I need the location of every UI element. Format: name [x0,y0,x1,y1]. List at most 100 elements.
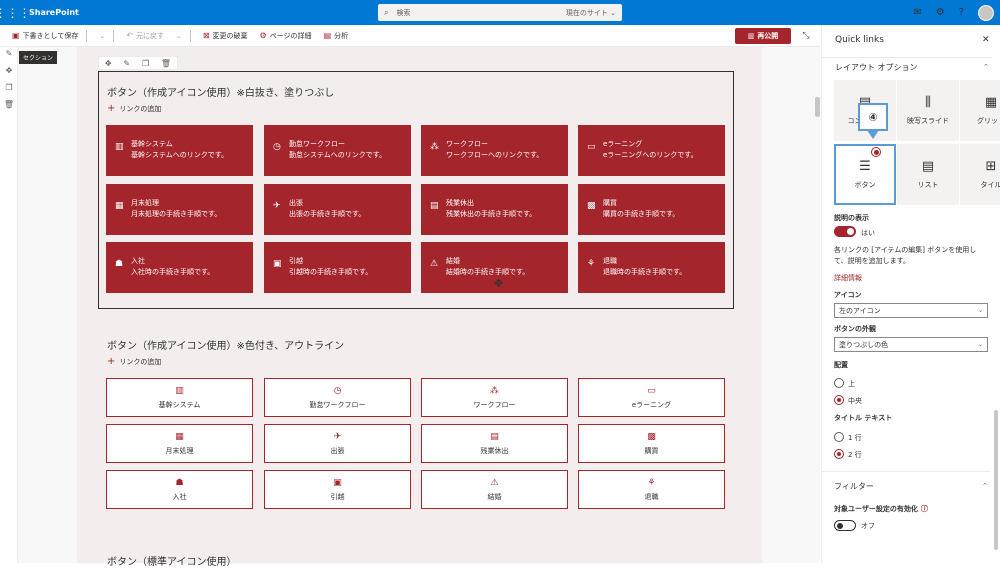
quick-link-button[interactable]: ▭eラーニングeラーニングへのリンクです。 [578,125,725,176]
title-2line-radio[interactable] [834,449,844,459]
quick-link-description: 残業休出の手続き手順です。 [446,209,536,220]
panel-scrollbar[interactable] [994,410,998,550]
quick-link-button[interactable]: ▣引越引越時の手続き手順です。 [264,242,411,293]
duplicate-icon[interactable]: ❐ [0,83,18,98]
quick-link-button[interactable]: ☗入社入社時の手続き手順です。 [106,242,253,293]
collapse-icon[interactable]: ⤡ [797,28,815,44]
divider [821,471,991,472]
quick-link-button[interactable]: ⁂ワークフローワークフローへのリンクです。 [421,125,568,176]
plane-icon: ✈ [273,201,283,211]
quick-link-title: 購買 [603,198,679,209]
duplicate-icon[interactable]: ❐ [142,59,149,68]
quick-link-outline-button[interactable]: ▤残業休出 [421,424,568,463]
alignment-center-label: 中央 [848,396,862,406]
move-icon[interactable]: ✥ [105,59,112,68]
move-icon[interactable]: ✥ [0,66,18,81]
button-look-label: ボタンの外観 [834,324,876,334]
quick-link-button[interactable]: ▩購買購買の手続き手順です。 [578,184,725,235]
icon-dropdown[interactable]: 左のアイコン ⌄ [834,303,988,318]
quick-link-description: 基幹システムへのリンクです。 [131,150,228,161]
layout-tile-tiles[interactable]: ⊞タイル [960,144,1000,205]
layout-tile-filmstrip[interactable]: ⫼映写スライド [897,80,959,141]
chevron-up-icon[interactable]: ⌃ [983,63,989,71]
add-link-button[interactable]: + リンクの追加 [107,103,161,114]
edit-icon[interactable]: ✎ [123,59,130,68]
quick-link-title: ワークフロー [474,400,516,410]
truck-icon: ▣ [273,259,283,269]
gear-icon[interactable]: ⚙ [936,7,945,18]
layout-tile-buttons[interactable]: ☰ボタン [834,144,896,205]
quick-link-description: 入社時の手続き手順です。 [131,267,214,278]
layout-tile-label: タイル [981,180,1000,190]
quick-link-outline-button[interactable]: ⚠結婚 [421,470,568,509]
undo-chevron-icon[interactable]: ⌄ [176,32,182,40]
truck-icon: ▣ [333,478,342,488]
quick-link-button[interactable]: ▤残業休出残業休出の手続き手順です。 [421,184,568,235]
undo-button[interactable]: ↶ 元に戻す [126,31,164,41]
filter-header[interactable]: フィルター [834,481,874,492]
quick-link-outline-button[interactable]: ✈出張 [264,424,411,463]
delete-icon[interactable]: 🗑 [0,100,18,115]
quick-link-outline-button[interactable]: ⁂ ワークフロー [421,378,568,417]
title-1line-radio[interactable] [834,432,844,442]
calendar-icon: ▦ [175,432,184,442]
brand-name[interactable]: SharePoint [29,8,79,17]
list-icon: ▤ [490,432,499,442]
quick-link-button[interactable]: ✈出張出張の手続き手順です。 [264,184,411,235]
show-description-toggle[interactable] [834,226,856,237]
quick-link-button[interactable]: ◷勤怠ワークフロー勤怠システムへのリンクです。 [264,125,411,176]
avatar[interactable] [978,5,994,21]
discard-label: 変更の破棄 [213,31,248,41]
canvas-scrollbar[interactable] [815,97,820,117]
flow-icon: ⁂ [490,386,499,396]
discard-button[interactable]: ⊠ 変更の破棄 [203,31,248,41]
quick-link-title: 入社 [131,256,214,267]
quick-link-outline-button[interactable]: ▥基幹システム [106,378,253,417]
republish-label: 再公開 [757,31,778,41]
quick-link-description: 出張の手続き手順です。 [289,209,365,220]
analytics-button[interactable]: ▤ 分析 [324,31,349,41]
alignment-top-radio[interactable] [834,378,844,388]
divider [86,30,87,42]
layout-options-header[interactable]: レイアウト オプション [835,62,918,73]
delete-icon[interactable]: 🗑 [161,59,171,68]
search-scope[interactable]: 現在のサイト ⌄ [566,8,616,18]
quick-link-description: eラーニングへのリンクです。 [603,150,698,161]
add-link-button[interactable]: + リンクの追加 [107,356,161,367]
quick-link-button[interactable]: ▥基幹システム基幹システムへのリンクです。 [106,125,253,176]
search-box[interactable]: ⌕ 検索 現在のサイト ⌄ [378,4,622,21]
app-launcher-icon[interactable]: ⋮⋮⋮ [0,0,25,25]
quick-link-outline-button[interactable]: ◷勤怠ワークフロー [264,378,411,417]
command-bar: ▣ 下書きとして保存 ⌄ ↶ 元に戻す ⌄ ⊠ 変更の破棄 ⚙ ページの詳細 ▤… [0,25,820,47]
quick-link-outline-button[interactable]: ☗入社 [106,470,253,509]
edit-section-icon[interactable]: ✎ [0,49,18,64]
quick-link-title: 結婚 [446,256,529,267]
button-look-dropdown[interactable]: 塗りつぶしの色 ⌄ [834,337,988,352]
quick-link-outline-button[interactable]: ▣引越 [264,470,411,509]
republish-button[interactable]: ▥ 再公開 [735,28,791,44]
grid-icon: ▦ [985,95,997,110]
building-icon: ▥ [115,142,125,152]
megaphone-icon[interactable]: ✉ [913,7,921,18]
quick-link-button[interactable]: ⚘退職退職時の手続き手順です。 [578,242,725,293]
building-icon: ▥ [175,386,184,396]
title-text-label: タイトル テキスト [834,413,892,423]
alignment-center-radio[interactable] [834,395,844,405]
layout-tile-list[interactable]: ▤リスト [897,144,959,205]
help-icon[interactable]: ? [959,7,964,18]
chevron-down-icon[interactable]: ⌄ [99,32,105,40]
close-icon[interactable]: ✕ [982,35,990,45]
quick-link-outline-button[interactable]: ⚘退職 [578,470,725,509]
quick-link-outline-button[interactable]: ▭eラーニング [578,378,725,417]
quick-link-title: 引越 [289,256,372,267]
page-details-button[interactable]: ⚙ ページの詳細 [260,31,312,41]
quick-link-button[interactable]: ▦月末処理月末処理の手続き手順です。 [106,184,253,235]
audience-toggle[interactable] [834,520,856,531]
quick-link-outline-button[interactable]: ▦月末処理 [106,424,253,463]
basket-icon: ▩ [647,432,656,442]
quick-link-outline-button[interactable]: ▩購買 [578,424,725,463]
save-draft-button[interactable]: ▣ 下書きとして保存 [12,31,78,41]
learn-more-link[interactable]: 詳細情報 [834,273,862,283]
chevron-up-icon[interactable]: ⌃ [982,482,988,490]
layout-tile-grid[interactable]: ▦グリッド [960,80,1000,141]
